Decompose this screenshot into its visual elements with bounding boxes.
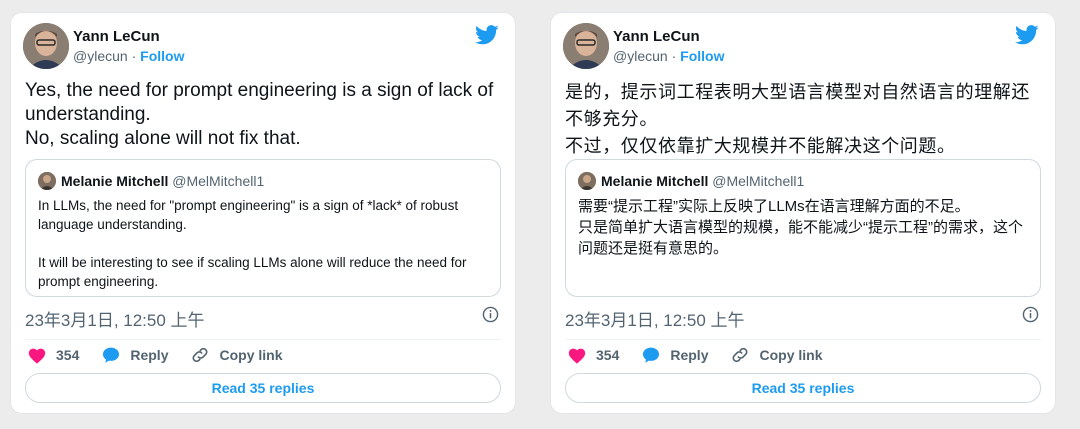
separator: · xyxy=(127,48,141,64)
author-name[interactable]: Yann LeCun xyxy=(613,28,700,45)
heart-icon xyxy=(568,348,586,364)
like-count: 354 xyxy=(596,347,620,363)
copy-link-label: Copy link xyxy=(219,347,283,363)
avatar-photo-icon xyxy=(563,23,609,69)
quoted-avatar xyxy=(578,172,596,190)
info-icon[interactable] xyxy=(1022,306,1039,323)
author-handle[interactable]: @ylecun xyxy=(73,48,128,64)
author-handle-line: @ylecun · Follow xyxy=(613,48,724,64)
link-icon xyxy=(732,347,748,363)
quoted-author-handle: @MelMitchell1 xyxy=(712,173,805,189)
quoted-author-line: Melanie Mitchell @MelMitchell1 xyxy=(601,173,804,189)
read-replies-button[interactable]: Read 35 replies xyxy=(25,373,501,403)
divider xyxy=(25,339,501,340)
timestamp[interactable]: 23年3月1日, 12:50 上午 xyxy=(565,306,745,331)
info-icon[interactable] xyxy=(482,306,499,323)
reply-label: Reply xyxy=(130,347,169,363)
quoted-tweet-text: In LLMs, the need for "prompt engineerin… xyxy=(38,198,467,289)
copy-link-button[interactable]: Copy link xyxy=(730,346,823,364)
separator: · xyxy=(667,48,681,64)
quoted-author-handle: @MelMitchell1 xyxy=(172,173,265,189)
author-handle-line: @ylecun · Follow xyxy=(73,48,184,64)
quoted-avatar xyxy=(38,172,56,190)
quoted-tweet[interactable]: Melanie Mitchell @MelMitchell1 需要“提示工程”实… xyxy=(565,159,1041,297)
avatar[interactable] xyxy=(563,23,609,69)
tweet-text: Yes, the need for prompt engineering is … xyxy=(25,80,494,149)
copy-link-button[interactable]: Copy link xyxy=(190,346,283,364)
follow-button[interactable]: Follow xyxy=(140,48,184,64)
quoted-tweet[interactable]: Melanie Mitchell @MelMitchell1 In LLMs, … xyxy=(25,159,501,297)
tweet-card-english: Yann LeCun @ylecun · Follow Yes, the nee… xyxy=(10,12,516,414)
quoted-author-line: Melanie Mitchell @MelMitchell1 xyxy=(61,173,264,189)
like-count: 354 xyxy=(56,347,80,363)
reply-bubble-icon xyxy=(643,347,660,363)
quoted-author-name: Melanie Mitchell xyxy=(601,173,709,189)
twitter-bird-icon[interactable] xyxy=(1015,25,1039,45)
action-bar: 354 Reply Copy link xyxy=(27,346,305,364)
author-name[interactable]: Yann LeCun xyxy=(73,28,160,45)
quoted-avatar-photo-icon xyxy=(38,172,56,190)
tweet-card-chinese: Yann LeCun @ylecun · Follow 是的，提示词工程表明大型… xyxy=(550,12,1056,414)
twitter-bird-icon[interactable] xyxy=(475,25,499,45)
timestamp[interactable]: 23年3月1日, 12:50 上午 xyxy=(25,306,205,331)
avatar-photo-icon xyxy=(23,23,69,69)
action-bar: 354 Reply Copy link xyxy=(567,346,845,364)
tweet-text: 是的，提示词工程表明大型语言模型对自然语言的理解还不够充分。 不过，仅仅依靠扩大… xyxy=(565,82,1030,156)
reply-label: Reply xyxy=(670,347,709,363)
reply-button[interactable]: Reply xyxy=(641,346,708,364)
like-button[interactable]: 354 xyxy=(567,346,619,364)
divider xyxy=(565,339,1041,340)
author-handle[interactable]: @ylecun xyxy=(613,48,668,64)
follow-button[interactable]: Follow xyxy=(680,48,724,64)
avatar[interactable] xyxy=(23,23,69,69)
read-replies-button[interactable]: Read 35 replies xyxy=(565,373,1041,403)
link-icon xyxy=(192,347,208,363)
reply-bubble-icon xyxy=(103,347,120,363)
like-button[interactable]: 354 xyxy=(27,346,79,364)
quoted-author-name: Melanie Mitchell xyxy=(61,173,169,189)
reply-button[interactable]: Reply xyxy=(101,346,168,364)
quoted-tweet-text: 需要“提示工程”实际上反映了LLMs在语言理解方面的不足。 只是简单扩大语言模型… xyxy=(578,198,1023,257)
heart-icon xyxy=(28,348,46,364)
quoted-avatar-photo-icon xyxy=(578,172,596,190)
copy-link-label: Copy link xyxy=(759,347,823,363)
